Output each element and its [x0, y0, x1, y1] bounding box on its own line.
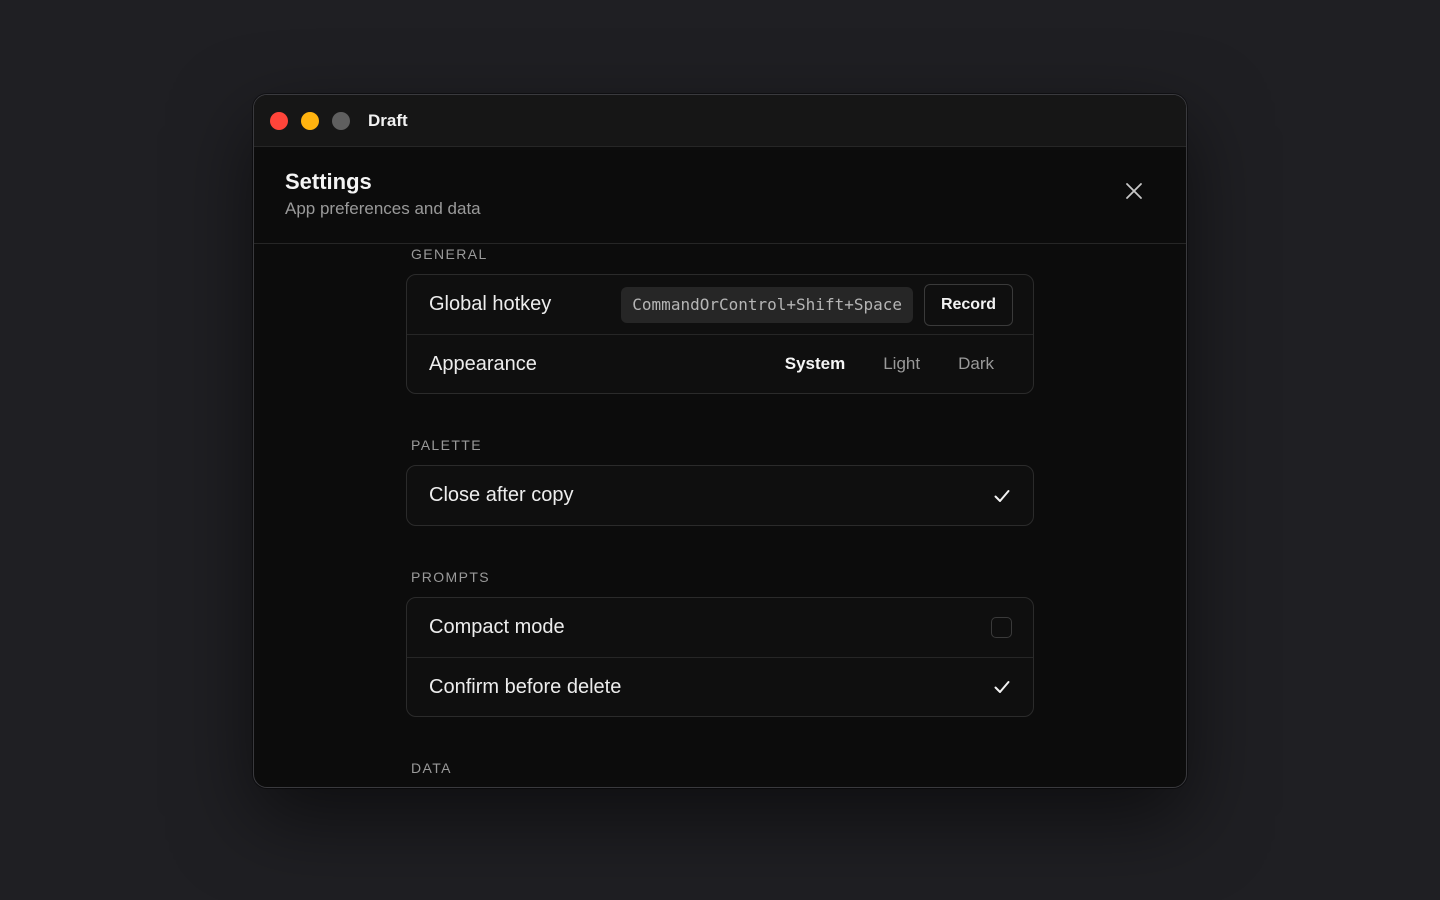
section-label-general: GENERAL [411, 246, 488, 262]
record-button[interactable]: Record [924, 283, 1013, 326]
checkmark-icon [994, 681, 1009, 693]
window-minimize-button[interactable] [301, 111, 319, 130]
title-bar: Draft [254, 95, 1186, 147]
settings-header: Settings App preferences and data [254, 147, 1186, 244]
page-title: Settings [285, 169, 372, 194]
section-label-prompts: PROMPTS [411, 569, 491, 585]
close-after-copy-label: Close after copy [429, 484, 574, 506]
window-zoom-button[interactable] [332, 111, 350, 130]
settings-content: GENERAL Global hotkey CommandOrControl+S… [406, 245, 1034, 777]
appearance-option-dark[interactable]: Dark [958, 354, 994, 374]
appearance-row: Appearance System Light Dark [407, 334, 1033, 393]
compact-mode-checkbox[interactable] [991, 617, 1012, 638]
appearance-option-light[interactable]: Light [883, 354, 920, 374]
settings-window: Draft Settings App preferences and data … [253, 94, 1187, 788]
close-after-copy-checkbox[interactable] [991, 485, 1012, 506]
palette-card: Close after copy [406, 465, 1034, 526]
appearance-label: Appearance [429, 352, 537, 375]
compact-mode-row: Compact mode [407, 598, 1033, 657]
hotkey-field[interactable]: CommandOrControl+Shift+Space [621, 286, 913, 323]
confirm-delete-row: Confirm before delete [407, 657, 1033, 716]
global-hotkey-row: Global hotkey CommandOrControl+Shift+Spa… [407, 275, 1033, 334]
appearance-option-system[interactable]: System [785, 354, 845, 374]
close-after-copy-row: Close after copy [407, 466, 1033, 525]
confirm-delete-label: Confirm before delete [429, 675, 622, 698]
global-hotkey-label: Global hotkey [429, 293, 552, 315]
close-icon [1126, 183, 1142, 199]
window-close-button[interactable] [270, 111, 288, 130]
compact-mode-label: Compact mode [429, 616, 565, 638]
appearance-selector: System Light Dark [747, 354, 994, 374]
section-label-data: DATA [411, 760, 452, 776]
page-subtitle: App preferences and data [285, 199, 481, 218]
prompts-card: Compact mode Confirm before delete [406, 597, 1034, 717]
close-settings-button[interactable] [1120, 177, 1148, 205]
app-title: Draft [368, 110, 408, 130]
general-card: Global hotkey CommandOrControl+Shift+Spa… [406, 274, 1034, 394]
confirm-delete-checkbox[interactable] [991, 677, 1012, 698]
checkmark-icon [994, 489, 1009, 502]
section-label-palette: PALETTE [411, 437, 483, 453]
